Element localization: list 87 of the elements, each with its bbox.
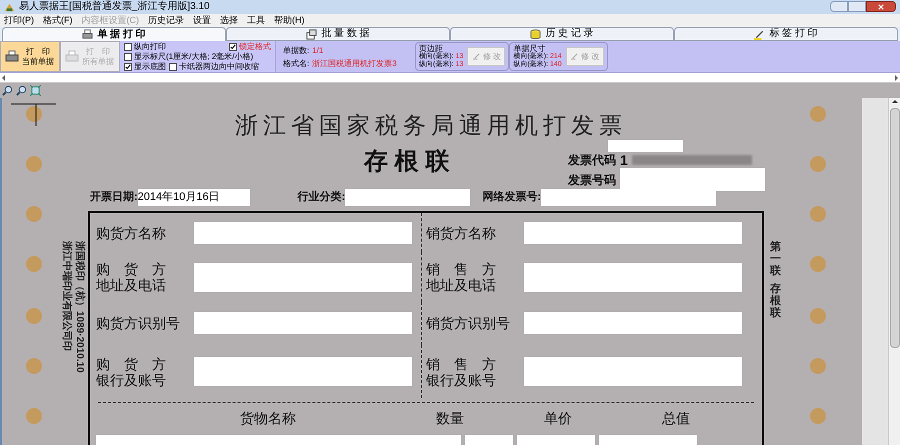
field-value: 2014年10月16日	[138, 189, 250, 206]
zoom-out-icon[interactable]	[16, 85, 27, 96]
menu-item[interactable]: 设置	[193, 16, 211, 25]
documents-icon	[306, 28, 318, 40]
print-button[interactable]: 打 印 当前单据	[0, 41, 60, 72]
check-icon	[230, 44, 236, 50]
field-label: 开票日期:	[90, 190, 138, 206]
checkbox-label: 显示底图	[134, 62, 166, 71]
side-label: 第一联	[770, 241, 781, 278]
field-label: 发票代码	[568, 152, 616, 169]
punch-hole	[810, 308, 826, 324]
checkbox-label: 显示标尺(1厘米/大格; 2毫米/小格)	[134, 52, 254, 61]
tab[interactable]: 历 史 记 录	[450, 27, 674, 41]
field-label: 格式名:	[283, 58, 310, 68]
column-header: 总值	[662, 408, 690, 428]
database-icon	[530, 28, 542, 40]
field-label: 购货方识别号	[96, 315, 181, 332]
punch-hole	[810, 206, 826, 222]
field-value: 1	[620, 150, 628, 170]
punch-hole	[810, 156, 826, 172]
close-button[interactable]	[866, 1, 896, 12]
punch-hole	[26, 408, 42, 424]
print-note: 浙国税印（杭）1089·2010.10	[73, 241, 85, 373]
field-value: 1/1	[312, 46, 324, 54]
punch-hole	[810, 408, 826, 424]
punch-hole	[26, 358, 42, 374]
punch-hole	[26, 308, 42, 324]
group-title: 页边距	[419, 44, 443, 53]
zoom-in-icon[interactable]	[2, 85, 13, 96]
punch-hole	[810, 106, 826, 122]
field-label: 购货方名称	[96, 224, 167, 241]
print-note: 浙江中瑞印业有限公司印	[60, 241, 72, 351]
vertical-scrollbar[interactable]	[888, 98, 900, 445]
menu-item[interactable]: 历史记录	[148, 16, 184, 25]
group-title: 单据尺寸	[513, 44, 546, 53]
punch-hole	[810, 256, 826, 272]
field-label: 销 售 方 银行及账号	[426, 356, 497, 388]
field-label: 单据数:	[283, 46, 310, 54]
field-label: 购 货 方 地址及电话	[96, 261, 167, 294]
punch-hole	[810, 358, 826, 374]
field-label: 发票号码	[568, 172, 616, 188]
scroll-thumb[interactable]	[890, 108, 900, 348]
menu-item[interactable]: 打印(P)	[4, 16, 34, 25]
menu-item[interactable]: 选择	[220, 16, 238, 25]
field-label: 销货方名称	[426, 224, 497, 241]
pencil-icon	[570, 53, 580, 60]
printer-icon	[5, 50, 19, 64]
menu-item[interactable]: 工具	[247, 16, 265, 25]
invoice-title: 浙江省国家税务局通用机打发票	[235, 112, 627, 140]
checkbox[interactable]	[124, 62, 132, 70]
field-label: 销 售 方 地址及电话	[426, 261, 497, 294]
printer-icon	[82, 29, 94, 40]
field-label: 网络发票号:	[482, 190, 542, 206]
field-label: 行业分类:	[298, 190, 346, 206]
checkbox[interactable]	[169, 62, 177, 70]
checkbox-label: 锁定格式	[239, 42, 271, 51]
punch-hole	[26, 206, 42, 222]
check-icon	[125, 64, 131, 70]
punch-hole	[26, 256, 42, 272]
side-label: 存根联	[770, 283, 781, 320]
tab[interactable]: 单 据 打 印	[2, 27, 226, 41]
checkbox[interactable]	[124, 42, 132, 50]
menu-item[interactable]: 格式(F)	[43, 16, 72, 25]
app-icon	[4, 2, 15, 12]
invoice-subtitle: 存 根 联	[364, 148, 450, 177]
blank-field	[465, 435, 513, 445]
punch-hole	[26, 106, 42, 122]
fit-page-icon[interactable]	[30, 85, 41, 96]
menu-item[interactable]: 帮助(H)	[274, 16, 304, 25]
pen-icon	[754, 28, 766, 40]
punch-hole	[26, 156, 42, 172]
tab[interactable]: 标 签 打 印	[674, 27, 898, 41]
window-title: 易人票据王[国税普通发票_浙江专用版]3.10	[19, 2, 210, 12]
column-header: 单价	[544, 408, 572, 428]
checkbox-label: 卡纸器两边向中间收缩	[179, 62, 259, 71]
checkbox[interactable]	[124, 52, 132, 60]
pencil-icon	[472, 53, 481, 60]
checkbox-label: 纵向打印	[134, 42, 166, 51]
field-label: 购 货 方 银行及账号	[96, 356, 167, 388]
checkbox[interactable]	[229, 42, 237, 50]
tab[interactable]: 批 量 数 据	[226, 27, 450, 41]
column-header: 数量	[436, 408, 464, 428]
close-icon	[878, 4, 884, 10]
printer-icon	[65, 50, 79, 64]
column-header: 货物名称	[240, 408, 296, 428]
field-value: 浙江国税通用机打发票3	[312, 58, 397, 68]
field-label: 销货方识别号	[426, 315, 511, 332]
